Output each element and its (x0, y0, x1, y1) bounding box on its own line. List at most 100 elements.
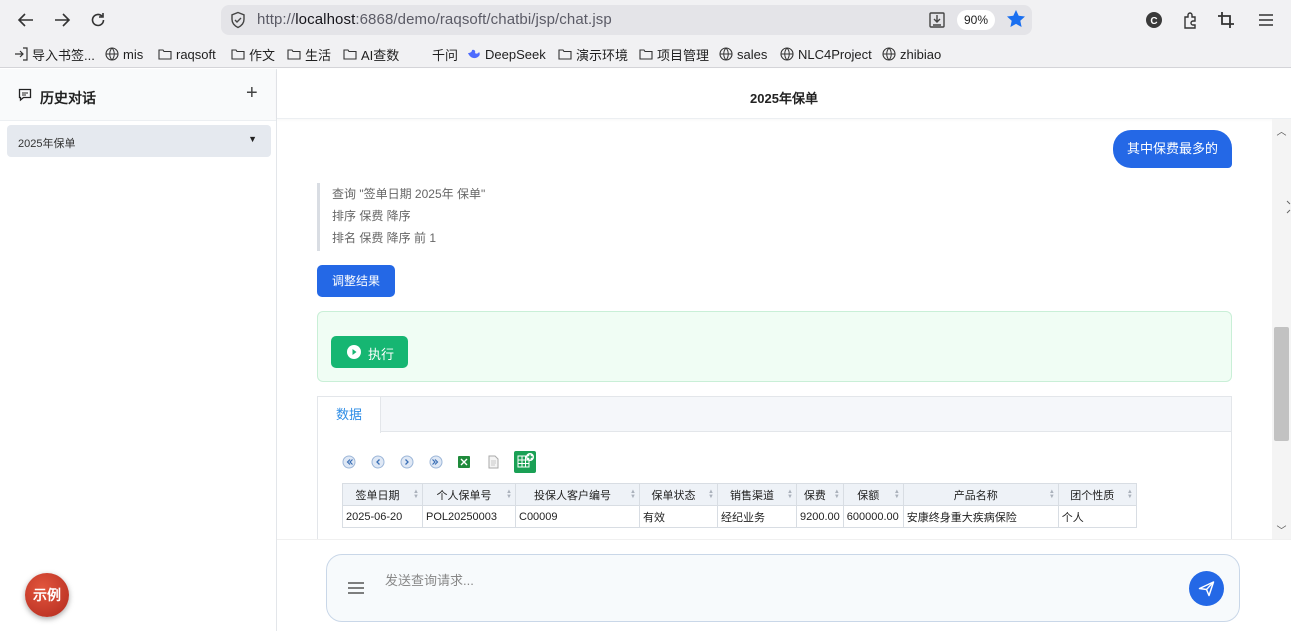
bookmark-import[interactable]: 导入书签... (14, 45, 95, 63)
table-cell[interactable]: POL20250003 (422, 505, 516, 528)
back-icon[interactable] (14, 8, 38, 32)
table-cell[interactable]: 600000.00 (842, 505, 904, 528)
prev-page-icon[interactable] (371, 455, 385, 469)
globe-icon (105, 47, 119, 61)
bookmarks-bar: 导入书签... mis raqsoft 作文 生活 AI查数 千问 DeepSe… (0, 40, 1291, 68)
column-header[interactable]: 投保人客户编号 ▲ ▼ (515, 483, 640, 506)
sort-icon[interactable]: ▲ ▼ (894, 489, 900, 500)
crop-icon[interactable] (1215, 9, 1237, 31)
forward-icon[interactable] (50, 8, 74, 32)
query-line: 查询 "签单日期 2025年 保单" (332, 187, 486, 201)
first-page-icon[interactable] (342, 455, 356, 469)
tab-data[interactable]: 数据 (318, 397, 381, 433)
new-chat-button[interactable]: + (246, 83, 258, 103)
scroll-up-icon[interactable]: ︿ (1272, 123, 1291, 138)
bookmark-zuowen[interactable]: 作文 (231, 45, 275, 63)
history-item[interactable]: 2025年保单 ▼ (7, 125, 271, 157)
folder-icon (158, 49, 172, 60)
menu-lines-icon[interactable] (347, 580, 365, 596)
shield-icon[interactable] (229, 11, 247, 29)
sort-icon[interactable]: ▲ ▼ (630, 489, 636, 500)
folder-icon (639, 49, 653, 60)
column-header[interactable]: 销售渠道 ▲ ▼ (717, 483, 797, 506)
bookmark-zhibiao[interactable]: zhibiao (882, 45, 941, 63)
document-icon[interactable] (486, 455, 500, 469)
bookmark-ai-chashu[interactable]: AI查数 (343, 45, 399, 63)
query-input-box (326, 554, 1240, 622)
next-page-icon[interactable] (400, 455, 414, 469)
table-cell[interactable]: 个人 (1057, 505, 1137, 528)
data-panel: 数据 签单日期 ▲ ▼ 个人保单号 ▲ ▼ 投保人客户编号 ▲ ▼ 保单状态 ▲ ▼ 销售渠道 ▲… (317, 396, 1232, 546)
chat-scrollbar[interactable]: ︿ ﹀ (1272, 119, 1291, 539)
scroll-down-icon[interactable]: ﹀ (1272, 522, 1291, 537)
bookmark-star-icon[interactable] (1005, 8, 1027, 30)
table-cell[interactable]: C00009 (515, 505, 640, 528)
sort-icon[interactable]: ▲ ▼ (413, 489, 419, 500)
column-header[interactable]: 签单日期 ▲ ▼ (342, 483, 423, 506)
bookmark-nlc4project[interactable]: NLC4Project (780, 45, 872, 63)
excel-export-icon[interactable] (457, 455, 471, 469)
sort-icon[interactable]: ▲ ▼ (834, 489, 840, 500)
browser-toolbar: http://localhost:6868/demo/raqsoft/chatb… (0, 0, 1291, 40)
example-button[interactable]: 示例 (25, 573, 69, 617)
bookmark-mis[interactable]: mis (105, 45, 143, 63)
column-header[interactable]: 保单状态 ▲ ▼ (639, 483, 718, 506)
table-cell[interactable]: 有效 (639, 505, 718, 528)
query-line: 排序 保费 降序 (332, 209, 411, 223)
scrollbar-thumb[interactable] (1274, 327, 1289, 441)
url-text[interactable]: http://localhost:6868/demo/raqsoft/chatb… (257, 11, 612, 28)
bookmark-yanshi[interactable]: 演示环境 (558, 45, 628, 63)
sort-icon[interactable]: ▲ ▼ (787, 489, 793, 500)
sort-icon[interactable]: ▲ ▼ (506, 489, 512, 500)
user-message-bubble: 其中保费最多的 (1113, 130, 1232, 168)
bookmark-xiangmu[interactable]: 项目管理 (639, 45, 709, 63)
table-cell[interactable]: 2025-06-20 (342, 505, 423, 528)
bookmark-deepseek[interactable]: DeepSeek (467, 45, 546, 63)
globe-icon (780, 47, 794, 61)
chat-main: 2025年保单 其中保费最多的 查询 "签单日期 2025年 保单" 排序 保费… (277, 69, 1291, 631)
bookmark-shenghuo[interactable]: 生活 (287, 45, 331, 63)
table-header-row: 签单日期 ▲ ▼ 个人保单号 ▲ ▼ 投保人客户编号 ▲ ▼ 保单状态 ▲ ▼ 销售渠道 ▲ ▼ 保… (342, 483, 1137, 506)
send-button[interactable] (1189, 571, 1224, 606)
extensions-icon[interactable] (1179, 9, 1201, 31)
address-bar[interactable]: http://localhost:6868/demo/raqsoft/chatb… (221, 5, 1032, 35)
blank-icon (414, 47, 428, 61)
adjust-result-button[interactable]: 调整结果 (317, 265, 395, 297)
deepseek-icon (468, 49, 480, 59)
download-page-icon[interactable] (927, 10, 947, 30)
column-header[interactable]: 团个性质 ▲ ▼ (1057, 483, 1137, 506)
folder-icon (558, 49, 572, 60)
bookmark-qianwen[interactable]: 千问 (414, 45, 458, 63)
bookmark-raqsoft[interactable]: raqsoft (158, 45, 216, 63)
menu-hamburger-icon[interactable] (1255, 9, 1277, 31)
reload-icon[interactable] (86, 8, 110, 32)
table-cell[interactable]: 9200.00 (796, 505, 844, 528)
table-cell[interactable]: 经纪业务 (717, 505, 797, 528)
profile-c-icon[interactable]: C (1143, 9, 1165, 31)
table-cell[interactable]: 安康终身重大疾病保险 (902, 505, 1059, 528)
table-row[interactable]: 2025-06-20 POL20250003 C00009 有效 经纪业务 92… (342, 505, 1137, 528)
sort-icon[interactable]: ▲ ▼ (1127, 489, 1133, 500)
folder-icon (287, 49, 301, 60)
globe-icon (719, 47, 733, 61)
column-header[interactable]: 保额 ▲ ▼ (842, 483, 904, 506)
chat-bubble-icon (18, 88, 32, 102)
send-icon (1198, 581, 1215, 597)
sort-icon[interactable]: ▲ ▼ (708, 489, 714, 500)
sort-icon[interactable]: ▲ ▼ (1049, 489, 1055, 500)
chat-title: 2025年保单 (750, 91, 818, 106)
column-header[interactable]: 保费 ▲ ▼ (796, 483, 844, 506)
last-page-icon[interactable] (429, 455, 443, 469)
result-tabs: 数据 (318, 397, 1231, 433)
query-input[interactable] (385, 569, 1165, 591)
column-header[interactable]: 个人保单号 ▲ ▼ (422, 483, 516, 506)
history-sidebar: 历史对话 + 2025年保单 ▼ 示例 (0, 69, 277, 631)
caret-down-icon[interactable]: ▼ (248, 134, 257, 144)
bookmark-sales[interactable]: sales (719, 45, 767, 63)
execute-button[interactable]: 执行 (331, 336, 408, 368)
zoom-level[interactable]: 90% (957, 10, 995, 30)
input-area (277, 539, 1291, 631)
add-table-icon[interactable] (514, 451, 536, 473)
column-header[interactable]: 产品名称 ▲ ▼ (902, 483, 1059, 506)
sidebar-title: 历史对话 (40, 90, 96, 106)
